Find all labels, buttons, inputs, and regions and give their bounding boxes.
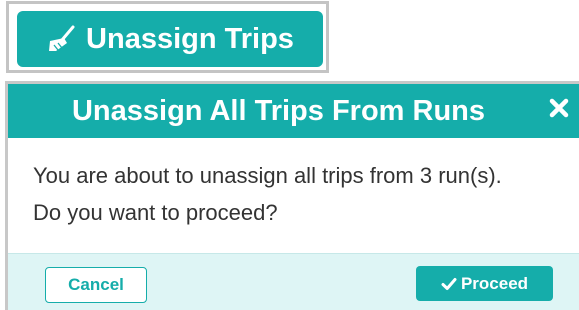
modal-footer: Cancel Proceed (8, 253, 579, 310)
close-button[interactable] (547, 96, 571, 120)
modal-title: Unassign All Trips From Runs (71, 95, 486, 127)
modal-header: Unassign All Trips From Runs (8, 84, 579, 138)
cancel-button[interactable]: Cancel (45, 267, 147, 303)
unassign-modal: Unassign All Trips From Runs You are abo… (5, 81, 579, 310)
proceed-label: Proceed (460, 273, 529, 293)
broom-icon (46, 25, 76, 53)
unassign-button-frame: Unassign Trips (6, 1, 329, 73)
unassign-trips-label: Unassign Trips (86, 22, 294, 55)
proceed-button[interactable]: Proceed (416, 266, 553, 301)
modal-body: You are about to unassign all trips from… (8, 138, 579, 253)
close-icon (549, 98, 569, 118)
check-icon (441, 277, 457, 290)
unassign-trips-button[interactable]: Unassign Trips (17, 11, 323, 67)
modal-message: You are about to unassign all trips from… (33, 163, 502, 225)
